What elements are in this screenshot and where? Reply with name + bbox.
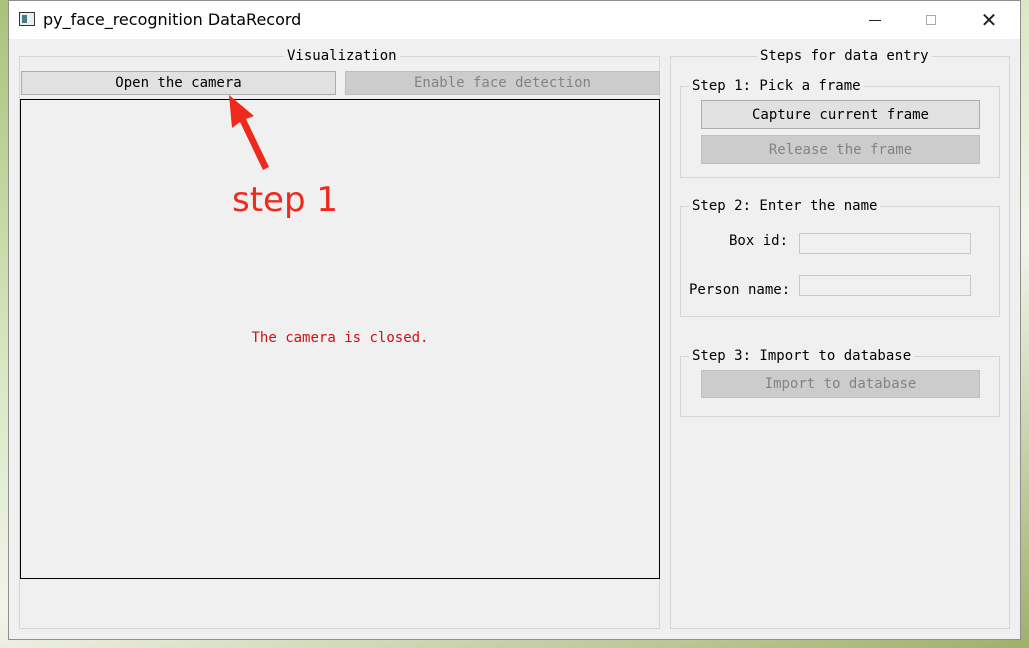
annotation-arrow [229,95,269,170]
arrow-shape [229,95,269,170]
annotation-step-label: step 1 [232,180,338,220]
